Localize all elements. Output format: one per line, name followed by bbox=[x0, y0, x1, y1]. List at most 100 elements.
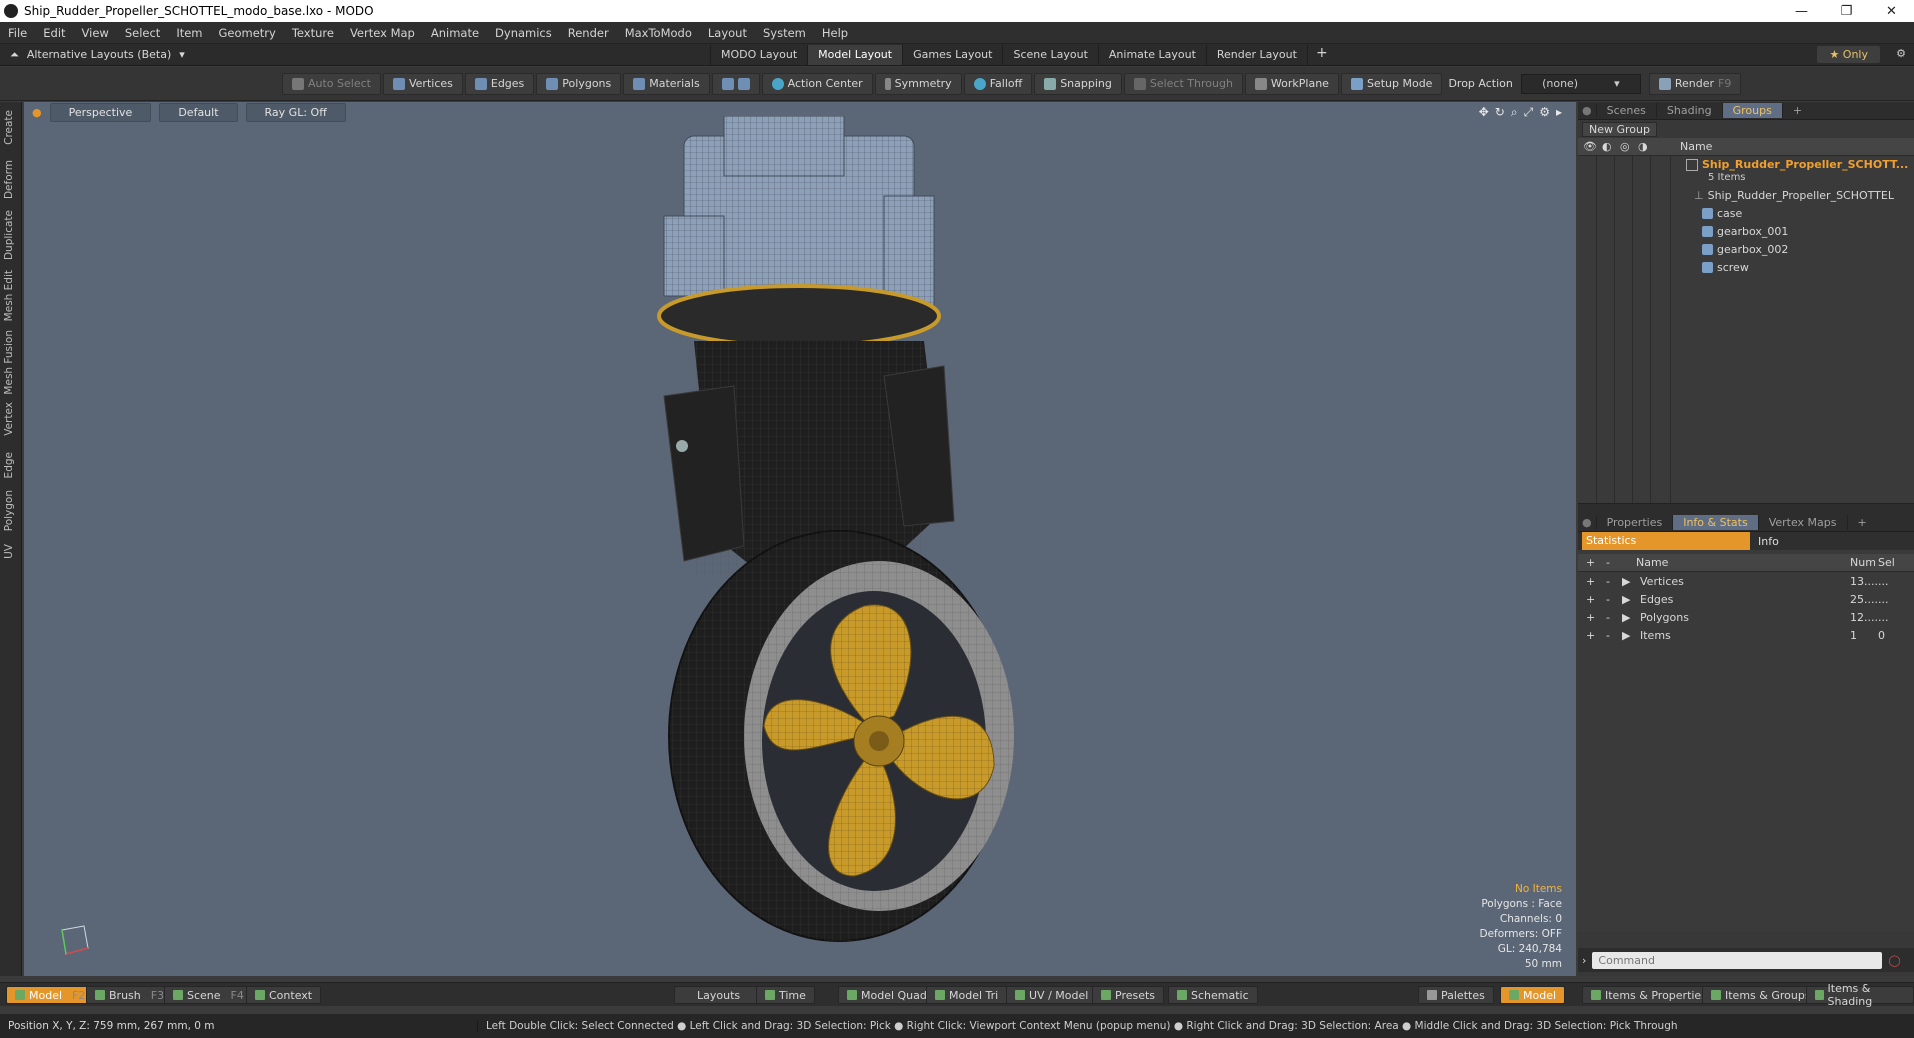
stats-row-vertices[interactable]: + - ▶ Vertices 13.... ... bbox=[1578, 572, 1914, 590]
gear-icon[interactable]: ⚙ bbox=[1896, 47, 1906, 60]
tab-vertex[interactable]: Vertex bbox=[3, 402, 15, 436]
falloff-button[interactable]: Falloff bbox=[963, 72, 1033, 95]
visibility-column-icon[interactable]: 👁 bbox=[1583, 140, 1597, 153]
tree-item-case[interactable]: case bbox=[1578, 204, 1914, 222]
only-button[interactable]: ★ Only bbox=[1817, 46, 1880, 63]
edges-button[interactable]: Edges bbox=[464, 72, 535, 95]
context-button[interactable]: Context bbox=[246, 986, 322, 1004]
items-groups-button[interactable]: Items & Groups bbox=[1702, 986, 1820, 1004]
tab-uv[interactable]: UV bbox=[3, 544, 15, 559]
record-icon[interactable]: ◯ bbox=[1888, 954, 1900, 967]
tab-properties[interactable]: Properties bbox=[1597, 515, 1674, 530]
tab-groups[interactable]: Groups bbox=[1722, 103, 1783, 118]
tab-mesh-fusion[interactable]: Mesh Fusion bbox=[3, 330, 15, 395]
menu-texture[interactable]: Texture bbox=[284, 26, 342, 40]
tab-model-layout[interactable]: Model Layout bbox=[807, 44, 903, 65]
expand-arrow-icon[interactable]: ▶ bbox=[1622, 629, 1630, 642]
snapping-button[interactable]: Snapping bbox=[1034, 72, 1122, 95]
expand-arrow-icon[interactable]: ▶ bbox=[1622, 575, 1630, 588]
tab-render-layout[interactable]: Render Layout bbox=[1205, 44, 1307, 65]
rotate-icon[interactable]: ↻ bbox=[1495, 105, 1505, 120]
tab-shading[interactable]: Shading bbox=[1657, 103, 1723, 118]
expand-all-icon[interactable]: + bbox=[1586, 556, 1595, 569]
uv-model-button[interactable]: UV / Model bbox=[1006, 986, 1098, 1004]
expand-arrow-icon[interactable]: ▶ bbox=[1622, 593, 1630, 606]
stats-row-edges[interactable]: + - ▶ Edges 25.... ... bbox=[1578, 590, 1914, 608]
schematic-button[interactable]: Schematic bbox=[1168, 986, 1258, 1004]
tree-item-gearbox-002[interactable]: gearbox_002 bbox=[1578, 240, 1914, 258]
menu-render[interactable]: Render bbox=[560, 26, 617, 40]
workplane-button[interactable]: WorkPlane bbox=[1244, 72, 1339, 95]
tree-item-root[interactable]: ⊥ Ship_Rudder_Propeller_SCHOTTEL bbox=[1578, 186, 1914, 204]
select-column-icon[interactable]: ◑ bbox=[1638, 140, 1648, 153]
stats-row-items[interactable]: + - ▶ Items 1 0 bbox=[1578, 626, 1914, 644]
panel-menu-icon[interactable]: ● bbox=[1578, 516, 1597, 529]
menu-file[interactable]: File bbox=[0, 26, 35, 40]
menu-help[interactable]: Help bbox=[814, 26, 856, 40]
collapse-icon[interactable]: ⏶ bbox=[10, 48, 19, 62]
menu-layout[interactable]: Layout bbox=[700, 26, 755, 40]
tab-scene-layout[interactable]: Scene Layout bbox=[1002, 44, 1097, 65]
lock-column-icon[interactable]: ◐ bbox=[1602, 140, 1612, 153]
tree-item-screw[interactable]: screw bbox=[1578, 258, 1914, 276]
add-tab-button[interactable]: + bbox=[1848, 515, 1877, 530]
minimize-button[interactable]: — bbox=[1779, 4, 1824, 19]
viewport-menu-icon[interactable]: ● bbox=[32, 106, 42, 119]
presets-button[interactable]: Presets bbox=[1092, 986, 1165, 1004]
symmetry-button[interactable]: Symmetry bbox=[874, 72, 962, 95]
model-mode-button[interactable]: Model F2 bbox=[6, 986, 95, 1004]
palettes-button[interactable]: Palettes bbox=[1418, 986, 1494, 1004]
view-type-button[interactable]: Perspective bbox=[49, 102, 152, 122]
tree-item-gearbox-001[interactable]: gearbox_001 bbox=[1578, 222, 1914, 240]
tab-create[interactable]: Create bbox=[3, 110, 15, 145]
tab-vertex-maps[interactable]: Vertex Maps bbox=[1759, 515, 1848, 530]
tab-duplicate[interactable]: Duplicate bbox=[3, 210, 15, 260]
render-column-icon[interactable]: ◎ bbox=[1620, 140, 1630, 153]
scene-mode-button[interactable]: Scene F4 bbox=[164, 986, 253, 1004]
group-row[interactable]: Ship_Rudder_Propeller_SCHOTT... 5 Items bbox=[1578, 156, 1914, 186]
collapse-all-icon[interactable]: - bbox=[1606, 556, 1610, 569]
fit-icon[interactable]: ⤢ bbox=[1524, 105, 1534, 120]
command-history-icon[interactable]: › bbox=[1582, 954, 1586, 967]
tab-animate-layout[interactable]: Animate Layout bbox=[1097, 44, 1206, 65]
tab-games-layout[interactable]: Games Layout bbox=[902, 44, 1002, 65]
auto-select-button[interactable]: Auto Select bbox=[282, 72, 381, 95]
tab-scenes[interactable]: Scenes bbox=[1597, 103, 1657, 118]
add-tab-button[interactable]: + bbox=[1783, 103, 1812, 118]
tab-edge[interactable]: Edge bbox=[3, 452, 15, 478]
select-through-button[interactable]: Select Through bbox=[1123, 72, 1243, 95]
maximize-button[interactable]: ❐ bbox=[1824, 4, 1869, 19]
menu-animate[interactable]: Animate bbox=[423, 26, 487, 40]
brush-mode-button[interactable]: Brush F3 bbox=[86, 986, 174, 1004]
model-quad-button[interactable]: Model Quad bbox=[838, 986, 936, 1004]
statistics-tab[interactable]: Statistics bbox=[1582, 532, 1750, 550]
expand-arrow-icon[interactable]: ▶ bbox=[1622, 611, 1630, 624]
menu-dynamics[interactable]: Dynamics bbox=[487, 26, 560, 40]
command-input[interactable]: Command bbox=[1592, 951, 1883, 969]
model-tri-button[interactable]: Model Tri bbox=[926, 986, 1008, 1004]
stats-row-polygons[interactable]: + - ▶ Polygons 12.... ... bbox=[1578, 608, 1914, 626]
tab-deform[interactable]: Deform bbox=[3, 160, 15, 199]
layouts-button[interactable]: Layouts bbox=[674, 986, 764, 1004]
propeller-model[interactable] bbox=[624, 116, 1124, 946]
tab-mesh-edit[interactable]: Mesh Edit bbox=[3, 270, 15, 321]
drop-action-select[interactable]: (none) ▾ bbox=[1520, 73, 1641, 94]
new-group-button[interactable]: New Group bbox=[1582, 121, 1657, 137]
model-panel-button[interactable]: Model bbox=[1500, 986, 1566, 1004]
alternative-layouts-dropdown[interactable]: ⏶ Alternative Layouts (Beta) ▾ bbox=[0, 48, 195, 62]
menu-system[interactable]: System bbox=[755, 26, 814, 40]
tab-info-stats[interactable]: Info & Stats bbox=[1673, 515, 1759, 530]
items-properties-button[interactable]: Items & Properties bbox=[1582, 986, 1716, 1004]
panel-divider[interactable] bbox=[1578, 504, 1914, 514]
pan-icon[interactable]: ✥ bbox=[1479, 105, 1489, 120]
render-button[interactable]: Render F9 bbox=[1648, 72, 1742, 95]
time-button[interactable]: Time bbox=[756, 986, 815, 1004]
menu-select[interactable]: Select bbox=[117, 26, 168, 40]
menu-item[interactable]: Item bbox=[168, 26, 210, 40]
viewport-settings-icon[interactable]: ⚙ bbox=[1539, 105, 1550, 120]
vertices-button[interactable]: Vertices bbox=[382, 72, 463, 95]
setup-mode-button[interactable]: Setup Mode bbox=[1340, 72, 1443, 95]
items-shading-button[interactable]: Items & Shading bbox=[1806, 982, 1914, 1008]
info-tab[interactable]: Info bbox=[1750, 535, 1779, 548]
menu-geometry[interactable]: Geometry bbox=[211, 26, 284, 40]
